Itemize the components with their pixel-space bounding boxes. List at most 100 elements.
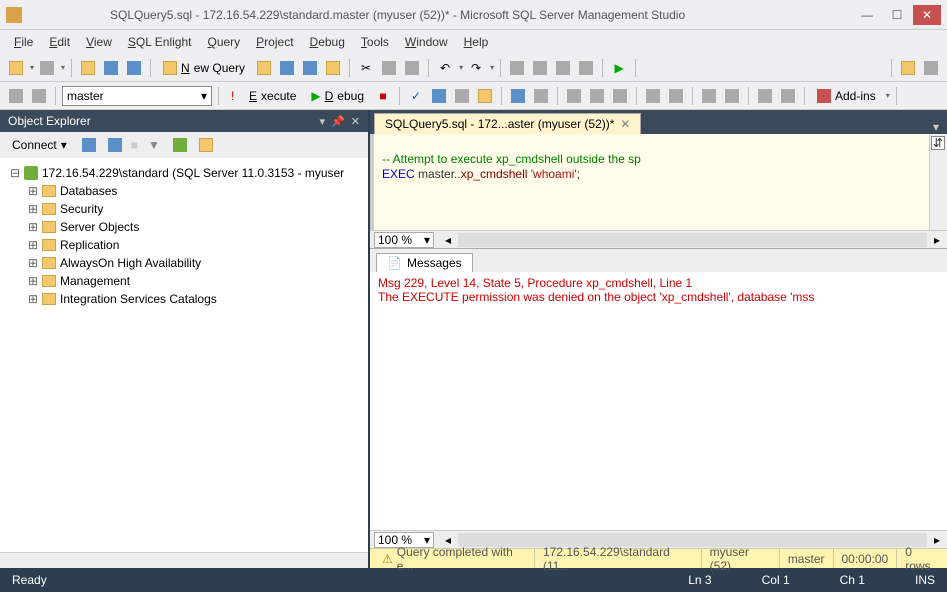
sql-editor[interactable]: -- Attempt to execute xp_cmdshell outsid… — [370, 134, 947, 230]
query-mdx-button[interactable] — [277, 58, 297, 78]
toolbox-button[interactable] — [921, 58, 941, 78]
messages-tab[interactable]: 📄 Messages — [376, 253, 473, 272]
results-file-button[interactable] — [610, 86, 630, 106]
find-button[interactable] — [576, 58, 596, 78]
tree-folder-server-objects[interactable]: ⊞Server Objects — [4, 218, 364, 236]
refresh-button[interactable] — [170, 135, 190, 155]
folder-icon — [42, 185, 56, 197]
maximize-button[interactable]: ☐ — [883, 5, 911, 25]
nav-fwd-button[interactable] — [530, 58, 550, 78]
warning-icon: ⚠ — [382, 552, 393, 566]
scroll-right-button[interactable]: ▸ — [927, 230, 947, 250]
document-tab[interactable]: SQLQuery5.sql - 172...aster (myuser (52)… — [374, 113, 641, 134]
tab-label: SQLQuery5.sql - 172...aster (myuser (52)… — [385, 117, 614, 131]
addins-button[interactable]: Add-ins — [811, 87, 882, 105]
editor-split-button[interactable]: ⇵ — [931, 136, 945, 150]
tab-close-button[interactable]: ✕ — [620, 117, 630, 131]
parse-button[interactable]: ✓ — [406, 86, 426, 106]
activity-button[interactable] — [553, 58, 573, 78]
stop-button[interactable] — [105, 135, 125, 155]
menu-edit[interactable]: Edit — [45, 33, 74, 51]
panel-close-button[interactable]: ✕ — [351, 115, 360, 128]
editor-hscroll[interactable] — [458, 233, 927, 247]
start-button[interactable]: ▶ — [609, 58, 629, 78]
editor-zoom-combo[interactable]: 100 %▾ — [374, 232, 434, 248]
menu-view[interactable]: View — [82, 33, 116, 51]
cut-button[interactable]: ✂ — [356, 58, 376, 78]
panel-pin-button[interactable]: 📌 — [331, 115, 345, 128]
connect-button[interactable]: Connect ▾ — [6, 136, 73, 154]
comment-button[interactable] — [643, 86, 663, 106]
undo-button[interactable]: ↶ — [435, 58, 455, 78]
change-connection-button[interactable] — [6, 86, 26, 106]
object-tree[interactable]: ⊟ 172.16.54.229\standard (SQL Server 11.… — [0, 158, 368, 552]
add-item-button[interactable] — [37, 58, 57, 78]
query-de-button[interactable] — [254, 58, 274, 78]
tab-list-button[interactable]: ▾ — [933, 120, 939, 134]
template-params-button[interactable] — [755, 86, 775, 106]
results-text-button[interactable] — [564, 86, 584, 106]
menu-project[interactable]: Project — [252, 33, 297, 51]
query-xmla-button[interactable] — [323, 58, 343, 78]
exec-user: myuser (52) — [701, 549, 779, 568]
menu-window[interactable]: Window — [401, 33, 452, 51]
oe-scrollbar[interactable] — [0, 552, 368, 568]
tree-folder-integration[interactable]: ⊞Integration Services Catalogs — [4, 290, 364, 308]
nav-back-button[interactable] — [507, 58, 527, 78]
estimated-plan-button[interactable] — [429, 86, 449, 106]
menu-sqlenlight[interactable]: SQL Enlight — [124, 33, 196, 51]
client-stats-button[interactable] — [531, 86, 551, 106]
menu-help[interactable]: Help — [460, 33, 493, 51]
trace-query-button[interactable] — [778, 86, 798, 106]
inc-indent-button[interactable] — [722, 86, 742, 106]
cancel-query-button[interactable]: ■ — [373, 86, 393, 106]
tree-folder-alwayson[interactable]: ⊞AlwaysOn High Availability — [4, 254, 364, 272]
query-options-button[interactable] — [452, 86, 472, 106]
tree-server-node[interactable]: ⊟ 172.16.54.229\standard (SQL Server 11.… — [4, 164, 364, 182]
uncomment-button[interactable] — [666, 86, 686, 106]
close-button[interactable]: ✕ — [913, 5, 941, 25]
execute-button[interactable]: ! Execute — [225, 87, 302, 105]
tree-folder-security[interactable]: ⊞Security — [4, 200, 364, 218]
paste-button[interactable] — [402, 58, 422, 78]
messages-pane[interactable]: Msg 229, Level 14, State 5, Procedure xp… — [370, 272, 947, 530]
disconnect-oe-button[interactable] — [79, 135, 99, 155]
results-grid-button[interactable] — [587, 86, 607, 106]
database-combo[interactable]: master▾ — [62, 86, 212, 106]
server-icon — [24, 166, 38, 180]
toolbar-main: ▾ ▾ NNew Queryew Query ✂ ↶▾ ↷▾ ▶ — [0, 54, 947, 82]
redo-button[interactable]: ↷ — [466, 58, 486, 78]
results-tabs: 📄 Messages — [370, 248, 947, 272]
panel-dropdown-button[interactable]: ▾ — [320, 115, 326, 128]
dec-indent-button[interactable] — [699, 86, 719, 106]
filter-button[interactable]: ▼ — [144, 135, 164, 155]
object-explorer-title: Object Explorer — [8, 114, 91, 128]
minimize-button[interactable]: — — [853, 5, 881, 25]
debug-button[interactable]: ▶ Debug — [305, 87, 370, 105]
oe-extra-button[interactable] — [196, 135, 216, 155]
save-all-button[interactable] — [124, 58, 144, 78]
query-dmx-button[interactable] — [300, 58, 320, 78]
properties-button[interactable] — [898, 58, 918, 78]
menu-tools[interactable]: Tools — [357, 33, 393, 51]
disconnect-button[interactable] — [29, 86, 49, 106]
scroll-left-button[interactable]: ◂ — [438, 230, 458, 250]
actual-plan-button[interactable] — [508, 86, 528, 106]
copy-button[interactable] — [379, 58, 399, 78]
object-explorer-header: Object Explorer ▾ 📌 ✕ — [0, 110, 368, 132]
menu-file[interactable]: File — [10, 33, 37, 51]
menu-query[interactable]: Query — [203, 33, 244, 51]
exec-db: master — [779, 549, 833, 568]
message-line: Msg 229, Level 14, State 5, Procedure xp… — [378, 276, 939, 290]
new-query-button[interactable]: NNew Queryew Query — [157, 59, 251, 77]
menu-debug[interactable]: Debug — [306, 33, 349, 51]
open-button[interactable] — [78, 58, 98, 78]
intellisense-button[interactable] — [475, 86, 495, 106]
folder-icon — [42, 239, 56, 251]
tree-folder-replication[interactable]: ⊞Replication — [4, 236, 364, 254]
new-project-button[interactable] — [6, 58, 26, 78]
app-icon — [6, 7, 22, 23]
tree-folder-management[interactable]: ⊞Management — [4, 272, 364, 290]
save-button[interactable] — [101, 58, 121, 78]
tree-folder-databases[interactable]: ⊞Databases — [4, 182, 364, 200]
